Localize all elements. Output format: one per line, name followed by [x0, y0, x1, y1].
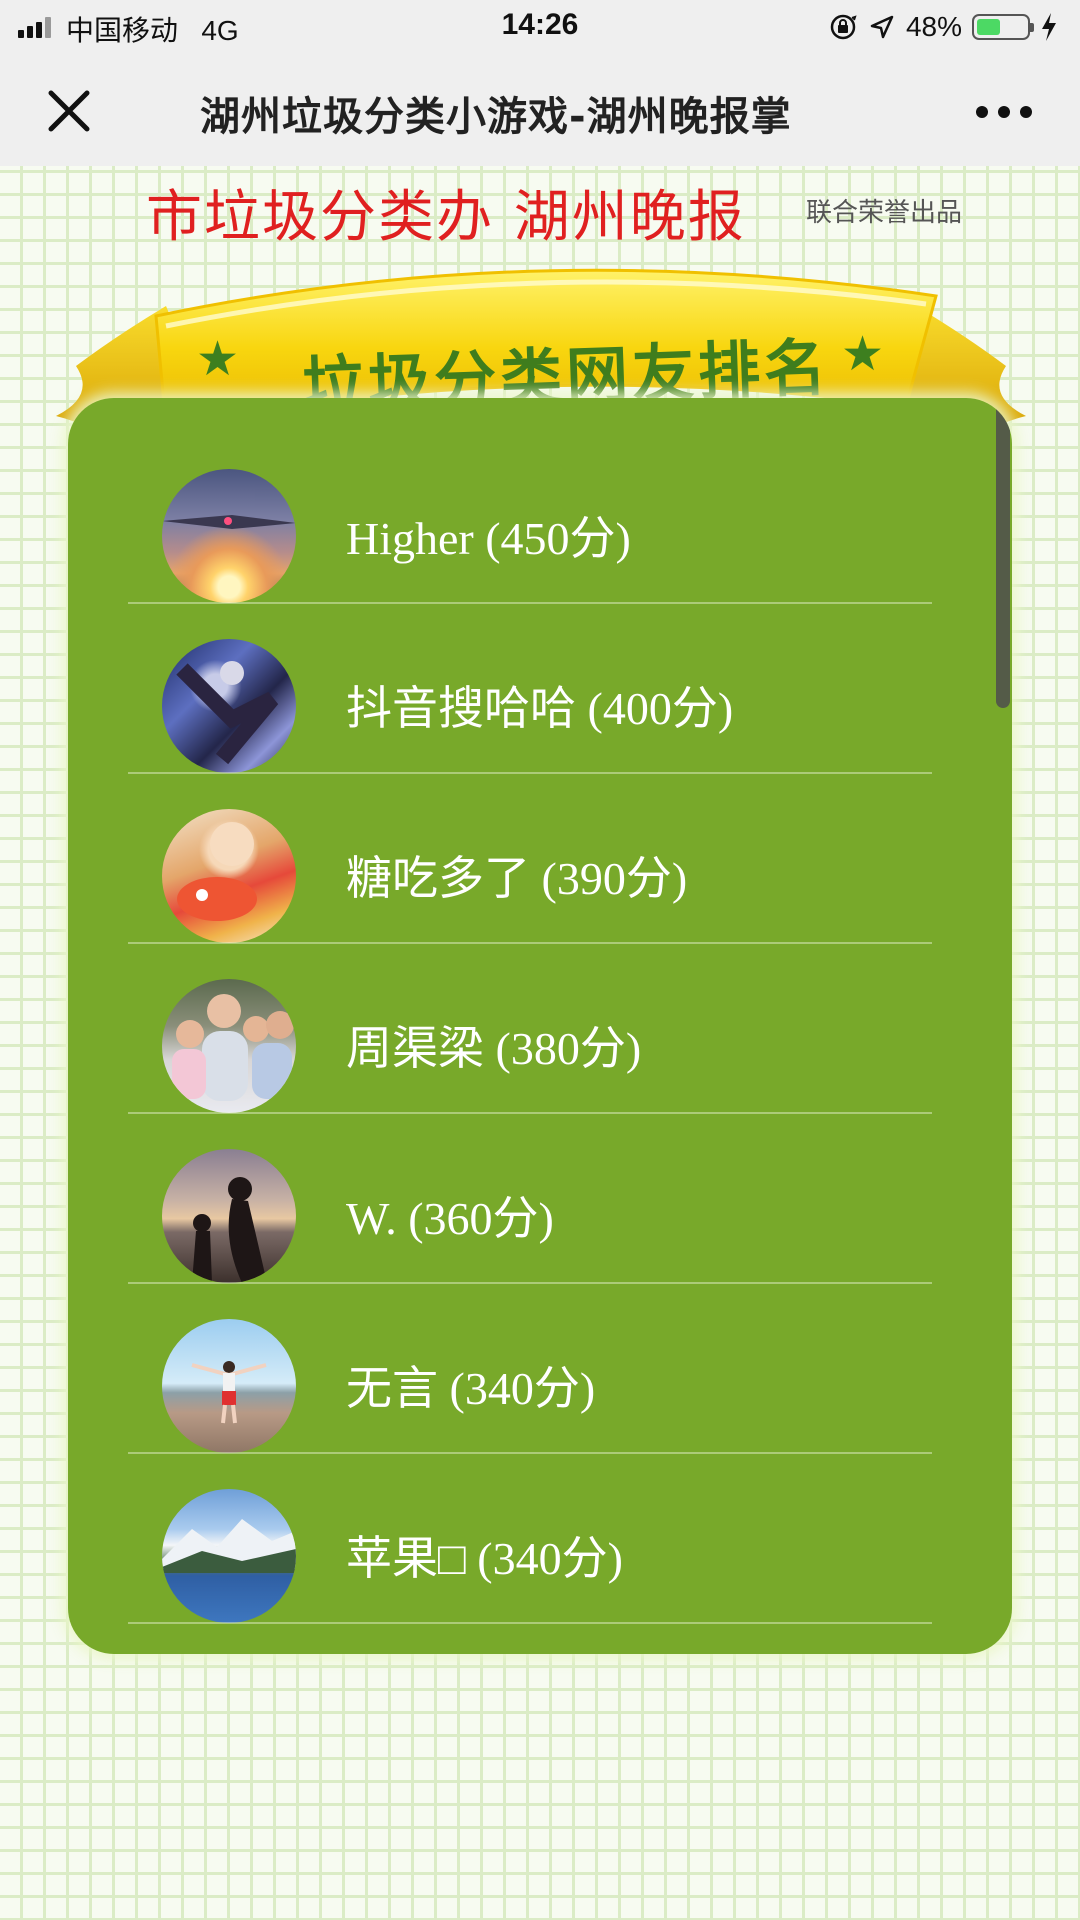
ranking-entry: Higher (450分): [346, 513, 631, 564]
ranking-entry: 糖吃多了 (390分): [346, 853, 688, 904]
battery-percent: 48%: [905, 11, 962, 42]
avatar: [162, 1319, 296, 1453]
status-bar: 中国移动 4G 14:26 48%: [0, 0, 1080, 54]
page-title: 湖州垃圾分类小游戏-湖州晚报掌: [200, 94, 792, 140]
avatar: [162, 1489, 296, 1623]
nav-bar: 湖州垃圾分类小游戏-湖州晚报掌: [0, 54, 1080, 166]
star-icon: ★: [841, 326, 885, 382]
game-page: 市垃圾分类办 湖州晚报 联合荣誉出品 ★ 垃圾分类网友排名 ★ Higher (…: [0, 166, 1080, 1920]
ranking-row: 抖音搜哈哈 (400分): [68, 604, 1012, 774]
avatar: [162, 1149, 296, 1283]
avatar: [162, 469, 296, 603]
row-divider: [128, 1622, 932, 1624]
ranking-entry: 苹果□ (340分): [346, 1533, 623, 1584]
avatar: [162, 639, 296, 773]
ranking-row: 无言 (340分): [68, 1284, 1012, 1454]
ranking-row: 周渠梁 (380分): [68, 944, 1012, 1114]
star-icon: ★: [196, 331, 240, 387]
close-icon[interactable]: [46, 88, 92, 134]
ranking-entry: 抖音搜哈哈 (400分): [346, 683, 734, 734]
ranking-row: W. (360分): [68, 1114, 1012, 1284]
ranking-entry: 无言 (340分): [346, 1363, 596, 1414]
location-icon: [870, 15, 894, 39]
avatar: [162, 979, 296, 1113]
avatar: [162, 809, 296, 943]
ranking-row: Higher (450分): [68, 434, 1012, 604]
ranking-entry: 周渠梁 (380分): [346, 1023, 642, 1074]
charging-icon: [1042, 13, 1056, 41]
rotation-lock-icon: [830, 14, 857, 40]
more-icon[interactable]: [976, 104, 1036, 120]
sponsor-note: 联合荣誉出品: [806, 198, 963, 228]
ranking-entry: W. (360分): [346, 1193, 554, 1244]
status-right: 48%: [828, 8, 1058, 46]
ranking-panel[interactable]: Higher (450分) 抖音搜哈哈 (400分) 糖吃多了 (390分) 周…: [68, 398, 1012, 1654]
ranking-row: 糖吃多了 (390分): [68, 774, 1012, 944]
battery-icon: [972, 14, 1034, 40]
ranking-row: 苹果□ (340分): [68, 1454, 1012, 1624]
